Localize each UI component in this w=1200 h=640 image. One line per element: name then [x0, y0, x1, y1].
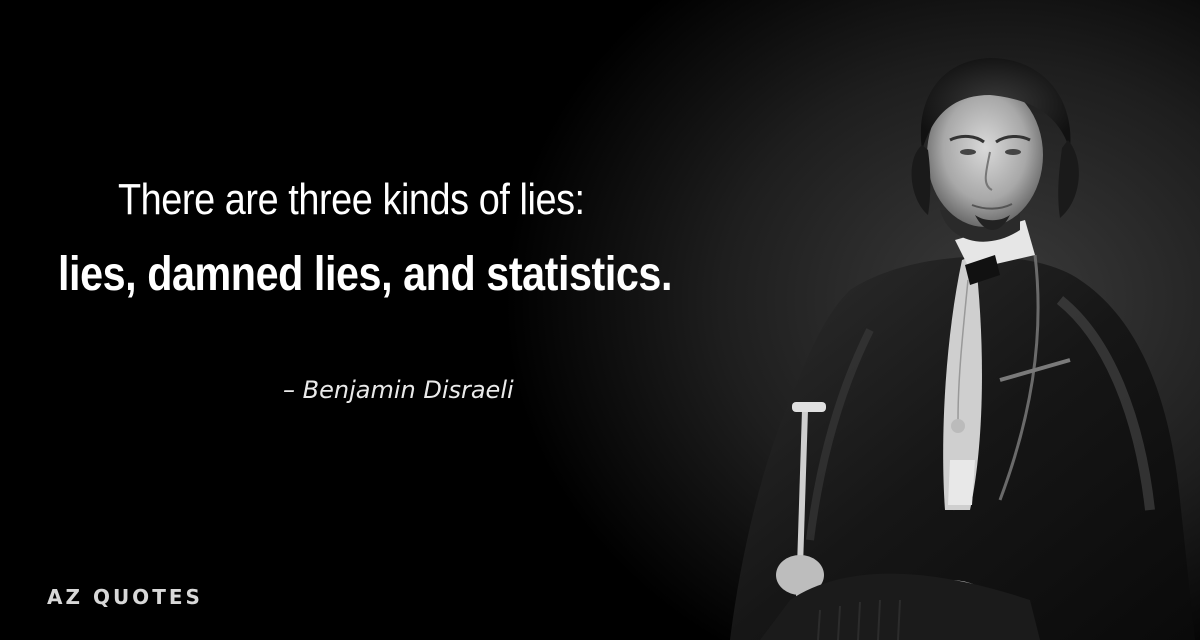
quote-line-1: There are three kinds of lies:	[118, 175, 585, 224]
quote-author: – Benjamin Disraeli	[283, 376, 514, 404]
quote-line-2: lies, damned lies, and statistics.	[58, 248, 672, 301]
quote-card: There are three kinds of lies: lies, dam…	[0, 0, 1200, 640]
portrait-photo-icon	[730, 58, 1195, 640]
logo-text: AZ QUOTES	[47, 585, 203, 609]
azquotes-logo: AZ QUOTES	[47, 585, 203, 609]
